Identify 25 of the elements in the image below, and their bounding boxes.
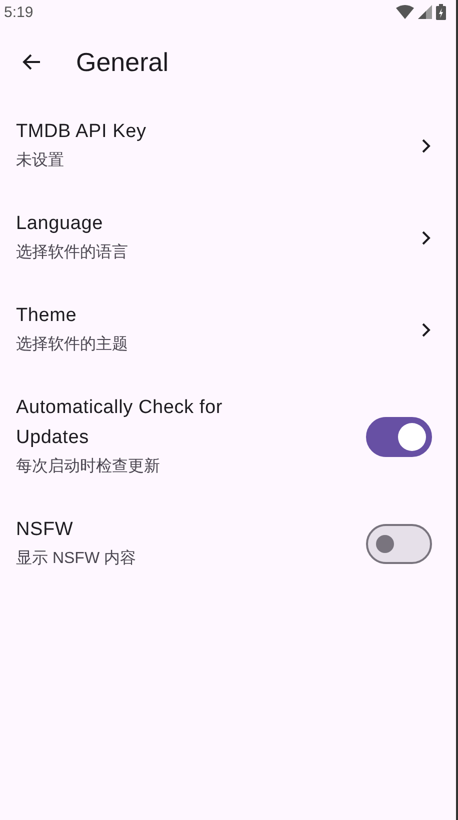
setting-title: Theme xyxy=(16,304,78,328)
chevron-right-icon xyxy=(420,322,432,338)
toggle-switch[interactable] xyxy=(366,417,432,457)
setting-subtitle: 选择软件的主题 xyxy=(16,334,129,355)
status-time: 5:19 xyxy=(4,4,34,20)
settings-item[interactable]: TMDB API Key 未设置 xyxy=(0,100,456,192)
chevron-right-icon xyxy=(420,138,432,154)
battery-icon xyxy=(436,4,446,20)
setting-subtitle: 显示 NSFW 内容 xyxy=(16,548,137,569)
wifi-icon xyxy=(396,5,414,19)
settings-item[interactable]: Automatically Check for Updates 每次启动时检查更新 xyxy=(0,376,456,498)
setting-subtitle: 选择软件的语言 xyxy=(16,242,129,263)
setting-title: Automatically Check for Updates xyxy=(16,396,224,450)
page-title: General xyxy=(76,46,168,78)
setting-subtitle: 未设置 xyxy=(16,150,65,171)
signal-icon xyxy=(418,5,432,19)
settings-item[interactable]: Language 选择软件的语言 xyxy=(0,192,456,284)
setting-title: Language xyxy=(16,212,104,236)
settings-item[interactable]: Theme 选择软件的主题 xyxy=(0,284,456,376)
chevron-right-icon xyxy=(420,230,432,246)
settings-item[interactable]: NSFW 显示 NSFW 内容 xyxy=(0,498,456,590)
setting-title: TMDB API Key xyxy=(16,120,148,144)
setting-title: NSFW xyxy=(16,518,74,542)
setting-subtitle: 每次启动时检查更新 xyxy=(16,456,161,477)
toggle-switch[interactable] xyxy=(366,524,432,564)
